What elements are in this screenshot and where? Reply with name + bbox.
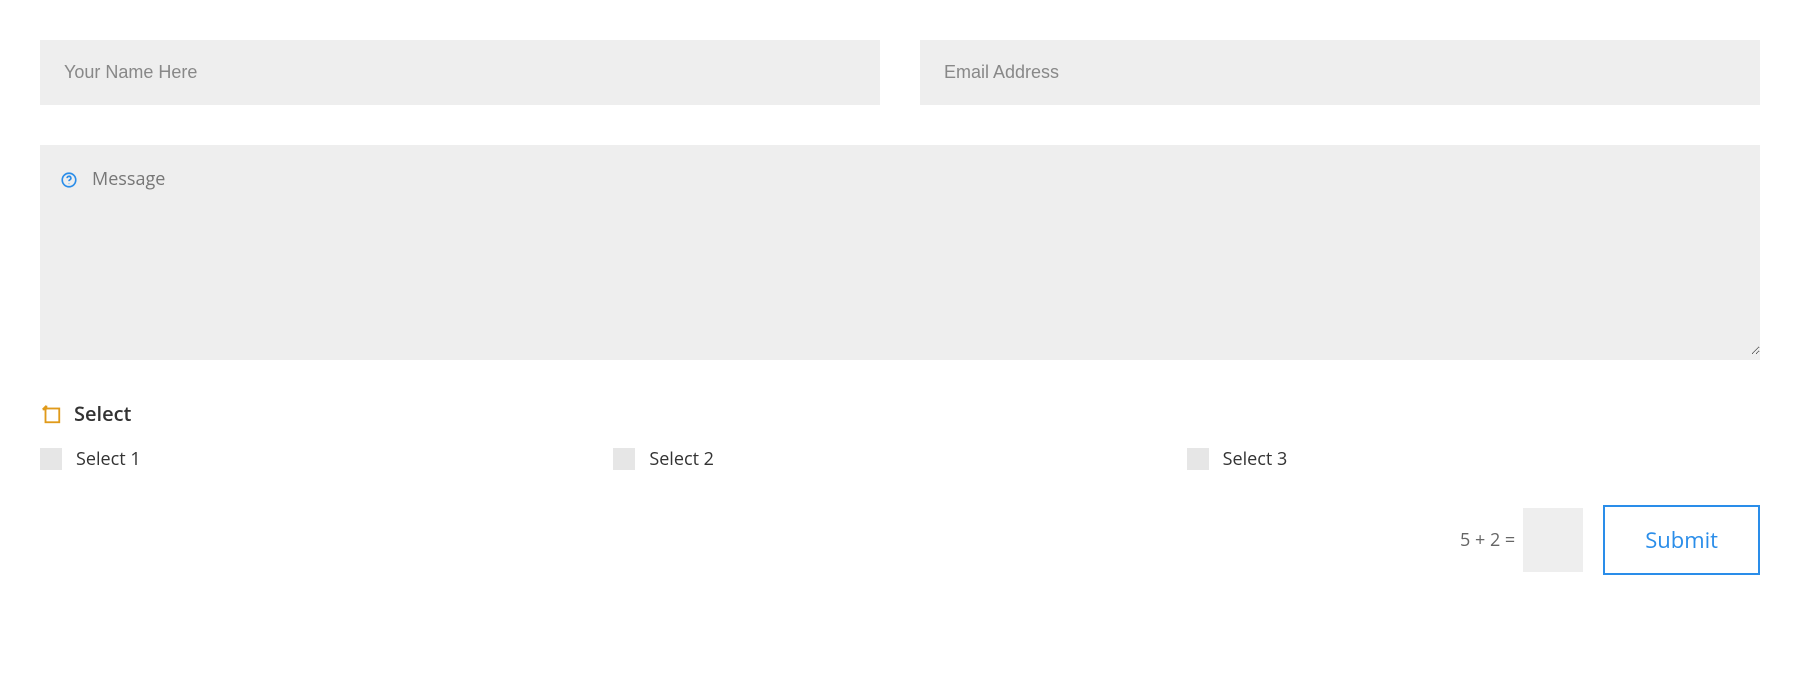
form-footer: 5 + 2 = Submit xyxy=(40,505,1760,575)
checkbox-label: Select 1 xyxy=(76,447,141,471)
name-input[interactable] xyxy=(40,40,880,105)
checkbox-box-icon[interactable] xyxy=(613,448,635,470)
checkbox-box-icon[interactable] xyxy=(40,448,62,470)
select-header: Select xyxy=(40,400,1760,427)
checkbox-box-icon[interactable] xyxy=(1187,448,1209,470)
submit-button[interactable]: Submit xyxy=(1603,505,1760,575)
captcha-question: 5 + 2 = xyxy=(1460,528,1515,552)
captcha-input[interactable] xyxy=(1523,508,1583,572)
checkbox-item-2[interactable]: Select 2 xyxy=(613,447,1186,471)
contact-form: Select Select 1 Select 2 Select 3 5 + 2 … xyxy=(40,40,1760,575)
name-email-row xyxy=(40,40,1760,105)
checkbox-label: Select 3 xyxy=(1223,447,1288,471)
arrow-top-left-box-icon xyxy=(40,403,62,425)
select-title: Select xyxy=(74,400,131,427)
checkbox-item-1[interactable]: Select 1 xyxy=(40,447,613,471)
message-wrapper xyxy=(40,145,1760,360)
email-input[interactable] xyxy=(920,40,1760,105)
checkbox-item-3[interactable]: Select 3 xyxy=(1187,447,1760,471)
checkbox-label: Select 2 xyxy=(649,447,714,471)
help-icon xyxy=(60,171,78,189)
message-input[interactable] xyxy=(40,145,1760,355)
checkbox-row: Select 1 Select 2 Select 3 xyxy=(40,447,1760,471)
select-section: Select Select 1 Select 2 Select 3 xyxy=(40,400,1760,471)
captcha-group: 5 + 2 = xyxy=(1460,508,1583,572)
